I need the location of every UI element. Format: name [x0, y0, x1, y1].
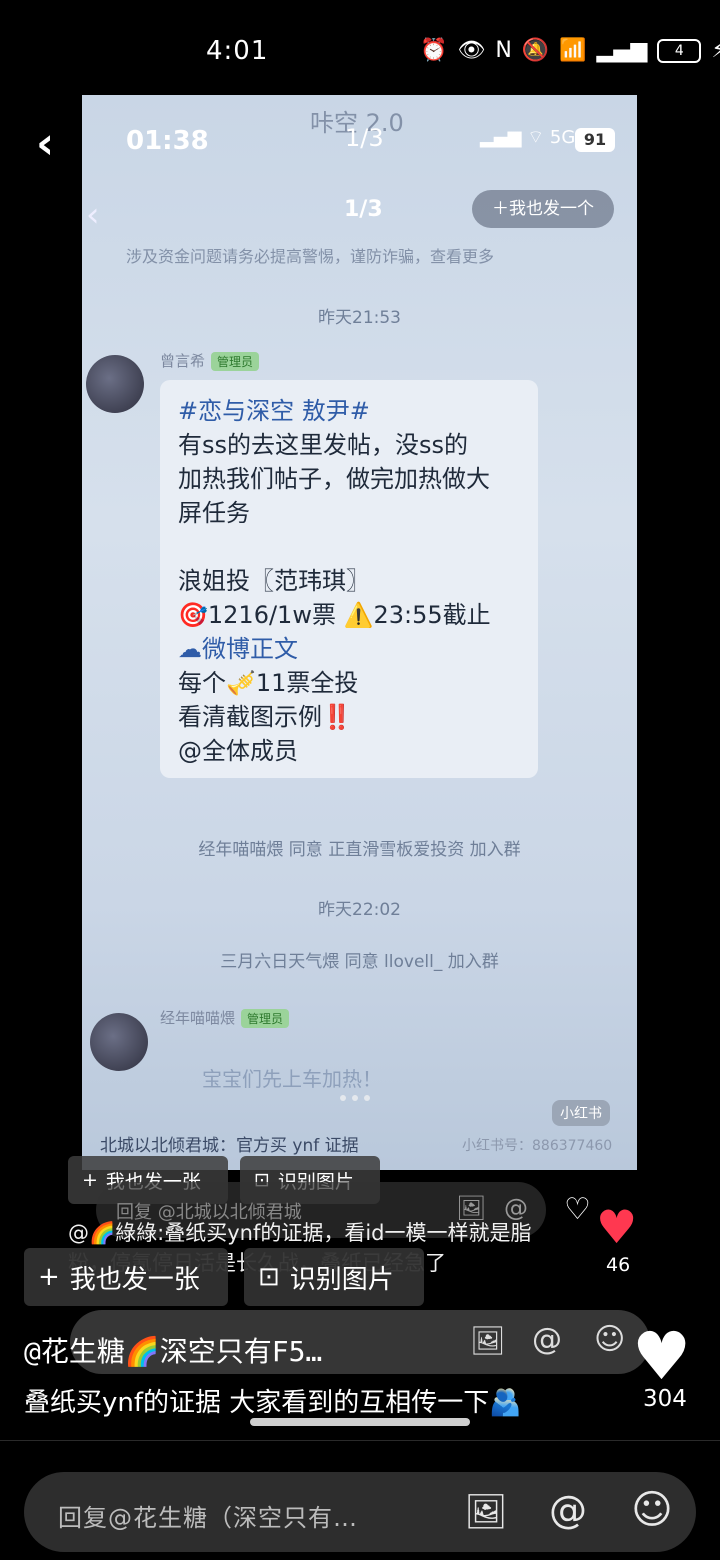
image-caption: 北城以北倾君城：官方买 ynf 证据	[100, 1136, 359, 1156]
wifi-icon: 📶	[559, 38, 587, 63]
bubble-line: 有ss的去这里发帖，没ss的	[178, 431, 469, 459]
like-count-large: 304	[643, 1386, 687, 1412]
bubble-line: #恋与深空 敖尹#	[178, 397, 370, 425]
recognize-image-label-large: 识别图片	[289, 1264, 394, 1295]
message-preview: 宝宝们先上车加热！	[202, 1067, 382, 1091]
bubble-line: 加热我们帖子，做完加热做大	[178, 465, 490, 493]
comment-author[interactable]: @花生糖🌈深空只有F5…	[24, 1330, 322, 1370]
like-heart-icon-large[interactable]: ♥	[632, 1318, 691, 1395]
like-heart-icon[interactable]: ♥	[596, 1200, 637, 1254]
avatar	[90, 1013, 148, 1071]
inner-post-pill: ＋我也发一个	[472, 190, 614, 228]
nav-signal-icon: ▂▄▆ ⌔ 5G	[480, 127, 576, 148]
message-bubble: #恋与深空 敖尹# 有ss的去这里发帖，没ss的 加热我们帖子，做完加热做大 屏…	[160, 380, 538, 778]
emoji-icon[interactable]: ☺	[630, 1487, 674, 1533]
bubble-line: 每个🎺11票全投	[178, 669, 359, 697]
scroll-indicator[interactable]	[250, 1418, 470, 1426]
bubble-line: 🎯1216/1w票 ⚠️23:55截止	[178, 601, 491, 629]
image-icon[interactable]: 🖼	[464, 1490, 508, 1534]
battery-icon: 4	[657, 38, 702, 63]
status-time: 4:01	[206, 36, 269, 66]
charging-icon: ⚡	[711, 38, 720, 63]
inner-back-icon: ‹	[86, 195, 100, 235]
scan-icon: ⊡	[258, 1262, 280, 1292]
system-join-2: 三月六日天气煨 同意 llovell_ 加入群	[220, 952, 499, 972]
timestamp-1: 昨天21:53	[318, 308, 401, 328]
post-one-label-large: 我也发一张	[69, 1264, 200, 1295]
warning-text: 涉及资金问题请务必提高警惕，谨防诈骗，查看更多	[126, 247, 495, 266]
post-image[interactable]: 咔空 2.0 ‹ 1/3 ＋我也发一个 涉及资金问题请务必提高警惕，谨防诈骗，查…	[82, 95, 637, 1170]
eye-icon: 👁	[457, 38, 486, 63]
bubble-line: 看清截图示例‼️	[178, 703, 352, 731]
sender-name: 曾言希 管理员	[160, 350, 260, 371]
plus-icon: +	[82, 1169, 98, 1191]
bubble-line: @全体成员	[178, 737, 298, 765]
recognize-image-button-large[interactable]: ⊡ 识别图片	[244, 1248, 424, 1306]
bubble-line: 浪姐投〖范玮琪〗	[178, 567, 370, 595]
reply-input-placeholder: 回复@花生糖（深空只有…	[58, 1504, 358, 1532]
alarm-icon: ⏰	[420, 38, 448, 63]
inner-counter: 1/3	[344, 197, 383, 222]
heart-outline-icon[interactable]: ♡	[564, 1192, 591, 1227]
like-count-small: 46	[606, 1254, 631, 1276]
image-counter: 1/3	[345, 124, 384, 152]
post-one-button-large[interactable]: + 我也发一张	[24, 1248, 228, 1306]
comment-text: 叠纸买ynf的证据 大家看到的互相传一下🫂	[24, 1388, 522, 1418]
watermark-tag: 小红书	[552, 1100, 610, 1126]
timestamp-2: 昨天22:02	[318, 900, 401, 920]
at-icon[interactable]: @	[532, 1322, 562, 1357]
avatar	[86, 355, 144, 413]
pager-dots	[340, 1095, 370, 1101]
at-icon[interactable]: @	[546, 1488, 590, 1532]
signal-icon: ▂▄▆	[596, 38, 648, 63]
emoji-icon[interactable]: ☺	[594, 1322, 625, 1357]
nfc-icon: N	[495, 38, 512, 63]
image-id: 小红书号：886377460	[462, 1138, 613, 1154]
divider	[0, 1440, 720, 1441]
nav-battery: 91	[575, 128, 615, 152]
nav-time: 01:38	[126, 126, 209, 156]
sender-name-2: 经年喵喵煨 管理员	[160, 1007, 290, 1028]
system-join-1: 经年喵喵煨 同意 正直滑雪板爱投资 加入群	[198, 840, 521, 860]
bubble-line: 屏任务	[178, 499, 250, 527]
mute-icon: 🔕	[521, 38, 550, 63]
status-icons: ⏰ 👁 N 🔕 📶 ▂▄▆ 4 ⚡	[420, 38, 720, 63]
back-button[interactable]: ‹	[36, 118, 54, 169]
bubble-line	[178, 530, 520, 564]
bubble-line: ☁微博正文	[178, 635, 298, 663]
image-icon[interactable]: 🖼	[470, 1324, 506, 1357]
plus-icon: +	[38, 1262, 60, 1292]
